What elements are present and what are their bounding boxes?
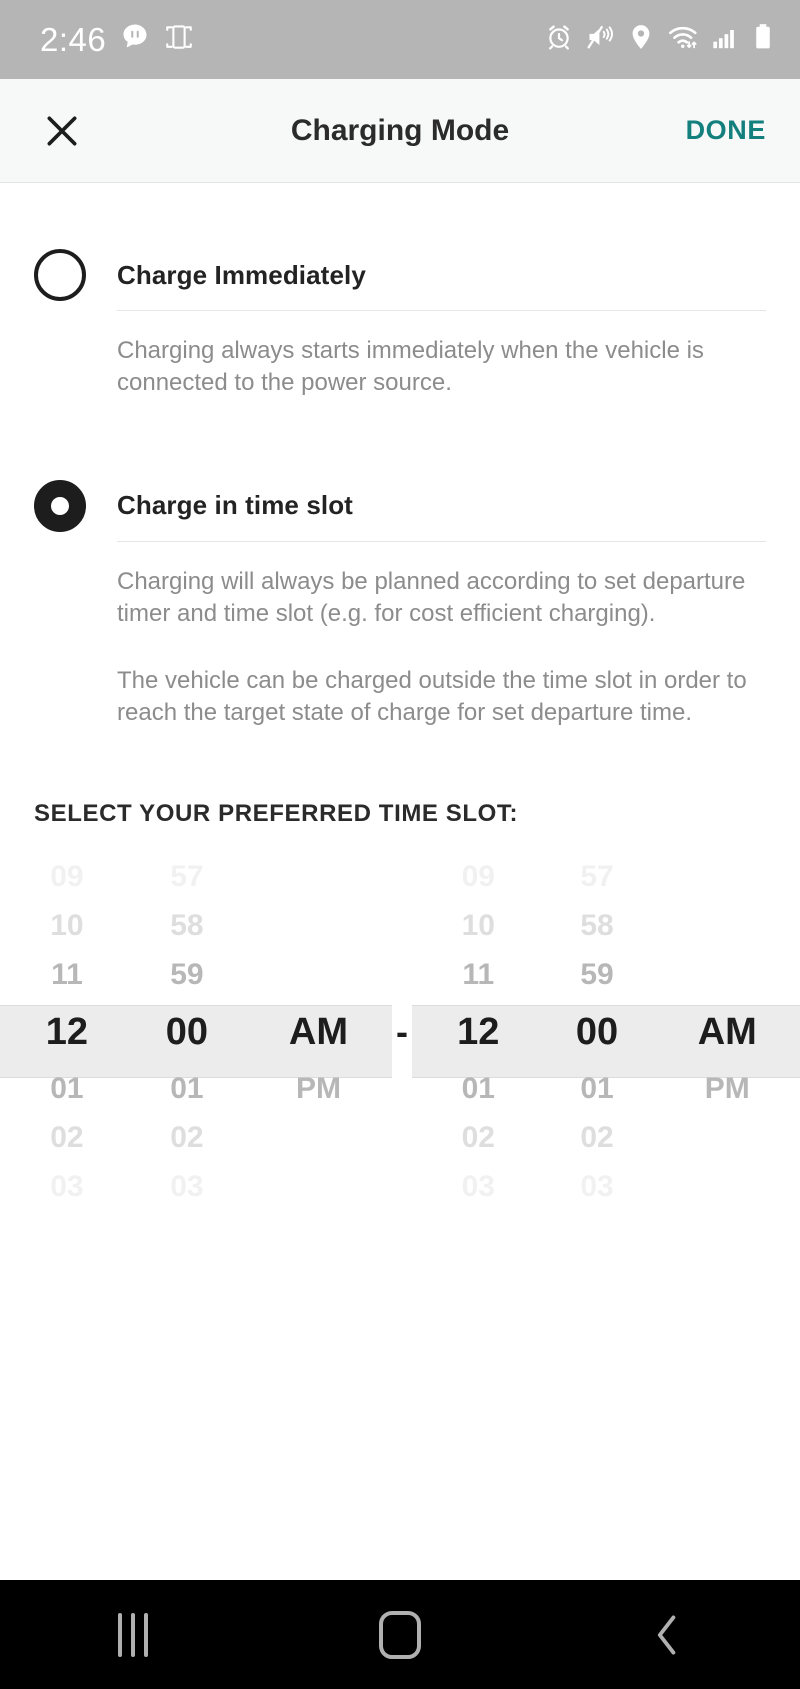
end-minute-wheel[interactable]: 57 58 59 00 01 02 03 bbox=[540, 852, 655, 1212]
wheel-item-selected[interactable]: 00 bbox=[129, 1000, 245, 1064]
option-description: Charging always starts immediately when … bbox=[117, 337, 704, 396]
wheel-item[interactable]: 03 bbox=[5, 1163, 129, 1212]
option-header[interactable]: Charge in time slot bbox=[34, 471, 766, 541]
time-range-separator: - bbox=[396, 1011, 408, 1052]
chat-bubble-icon bbox=[120, 22, 150, 57]
wheel-item[interactable]: 58 bbox=[129, 901, 245, 950]
wheel-item-selected[interactable]: 12 bbox=[417, 1000, 540, 1064]
close-button[interactable] bbox=[34, 103, 90, 159]
wheel-item[interactable]: 01 bbox=[417, 1064, 540, 1113]
wheel-item[interactable]: 02 bbox=[540, 1113, 655, 1162]
wheel-item[interactable]: 03 bbox=[417, 1163, 540, 1212]
wheel-item[interactable]: 59 bbox=[540, 951, 655, 1000]
wheel-item[interactable]: 01 bbox=[540, 1064, 655, 1113]
option-description-secondary: The vehicle can be charged outside the t… bbox=[117, 666, 747, 726]
android-nav-bar bbox=[0, 1580, 800, 1689]
wheel-item[interactable]: 01 bbox=[129, 1064, 245, 1113]
option-description: Charging will always be planned accordin… bbox=[117, 567, 746, 627]
start-time-picker[interactable]: 09 10 11 12 01 02 03 57 58 59 00 01 02 0… bbox=[0, 852, 392, 1212]
end-meridiem-wheel[interactable]: AM PM bbox=[654, 852, 800, 1212]
wheel-item bbox=[245, 901, 392, 950]
home-icon bbox=[379, 1610, 421, 1659]
wheel-item bbox=[245, 951, 392, 1000]
location-pin-icon bbox=[627, 23, 655, 56]
wheel-item[interactable]: 57 bbox=[129, 852, 245, 901]
wheel-item[interactable]: 11 bbox=[417, 951, 540, 1000]
wheel-item bbox=[245, 1163, 392, 1212]
option-label: Charge in time slot bbox=[117, 490, 353, 521]
option-label: Charge Immediately bbox=[117, 259, 366, 290]
wheel-item-selected[interactable]: 12 bbox=[5, 1000, 129, 1064]
wheel-item[interactable]: 09 bbox=[5, 852, 129, 901]
screen-mirror-icon bbox=[164, 22, 194, 57]
wheel-item[interactable]: 58 bbox=[540, 901, 655, 950]
time-slot-heading: SELECT YOUR PREFERRED TIME SLOT: bbox=[34, 800, 519, 828]
status-bar-right bbox=[545, 23, 774, 56]
wheel-item[interactable]: 02 bbox=[417, 1113, 540, 1162]
wheel-item[interactable]: 57 bbox=[540, 852, 655, 901]
alarm-icon bbox=[545, 23, 573, 56]
signal-bars-icon bbox=[711, 23, 739, 56]
end-time-picker[interactable]: 09 10 11 12 01 02 03 57 58 59 00 01 02 0… bbox=[412, 852, 800, 1212]
option-body: Charging will always be planned accordin… bbox=[117, 540, 766, 729]
option-charge-immediately[interactable]: Charge Immediately Charging always start… bbox=[0, 240, 800, 413]
radio-charge-immediately[interactable] bbox=[34, 249, 86, 301]
start-minute-wheel[interactable]: 57 58 59 00 01 02 03 bbox=[129, 852, 245, 1212]
main-content: Charge Immediately Charging always start… bbox=[0, 183, 800, 828]
close-icon bbox=[47, 116, 77, 145]
wifi-icon bbox=[668, 23, 698, 56]
wheel-item bbox=[654, 1163, 800, 1212]
status-bar-clock: 2:46 bbox=[40, 20, 107, 58]
status-bar-left: 2:46 bbox=[40, 21, 194, 59]
battery-icon bbox=[752, 23, 774, 56]
back-button[interactable] bbox=[533, 1580, 800, 1689]
wheel-item bbox=[654, 1113, 800, 1162]
wheel-item-selected[interactable]: AM bbox=[654, 1000, 800, 1064]
wheel-item[interactable]: 10 bbox=[417, 901, 540, 950]
home-button[interactable] bbox=[267, 1580, 534, 1689]
wheel-item bbox=[654, 852, 800, 901]
wheel-item-selected[interactable]: 00 bbox=[540, 1000, 655, 1064]
recents-icon bbox=[118, 1612, 149, 1657]
wheel-item[interactable]: 01 bbox=[5, 1064, 129, 1113]
wheel-item[interactable]: 03 bbox=[129, 1163, 245, 1212]
app-bar: Charging Mode DONE bbox=[0, 79, 800, 183]
radio-charge-in-time-slot[interactable] bbox=[34, 479, 86, 532]
wheel-item bbox=[245, 852, 392, 901]
wheel-item-selected[interactable]: AM bbox=[245, 1000, 392, 1064]
wheel-item bbox=[654, 901, 800, 950]
wheel-item[interactable]: 10 bbox=[5, 901, 129, 950]
option-header[interactable]: Charge Immediately bbox=[34, 240, 766, 310]
done-button[interactable]: DONE bbox=[686, 115, 766, 146]
wheel-item[interactable]: 02 bbox=[129, 1113, 245, 1162]
back-chevron-icon bbox=[657, 1614, 675, 1655]
recents-button[interactable] bbox=[0, 1580, 267, 1689]
wheel-item[interactable]: 03 bbox=[540, 1163, 655, 1212]
start-hour-wheel[interactable]: 09 10 11 12 01 02 03 bbox=[5, 852, 129, 1212]
wheel-item bbox=[654, 951, 800, 1000]
start-meridiem-wheel[interactable]: AM PM bbox=[245, 852, 392, 1212]
end-hour-wheel[interactable]: 09 10 11 12 01 02 03 bbox=[417, 852, 540, 1212]
page-title: Charging Mode bbox=[290, 113, 510, 147]
wheel-item[interactable]: 11 bbox=[5, 951, 129, 1000]
wheel-item[interactable]: 59 bbox=[129, 951, 245, 1000]
wheel-item[interactable]: PM bbox=[245, 1064, 392, 1113]
vibrate-mute-icon bbox=[586, 23, 614, 56]
option-body: Charging always starts immediately when … bbox=[117, 310, 766, 413]
time-slot-pickers: 09 10 11 12 01 02 03 57 58 59 00 01 02 0… bbox=[0, 852, 800, 1212]
phone-screen: 2:46 Charging Mode DONE Charge Immediate… bbox=[0, 0, 800, 1689]
status-bar: 2:46 bbox=[0, 0, 800, 79]
wheel-item bbox=[245, 1113, 392, 1162]
wheel-item[interactable]: 09 bbox=[417, 852, 540, 901]
option-charge-in-time-slot[interactable]: Charge in time slot Charging will always… bbox=[0, 471, 800, 729]
wheel-item[interactable]: 02 bbox=[5, 1113, 129, 1162]
wheel-item[interactable]: PM bbox=[654, 1064, 800, 1113]
